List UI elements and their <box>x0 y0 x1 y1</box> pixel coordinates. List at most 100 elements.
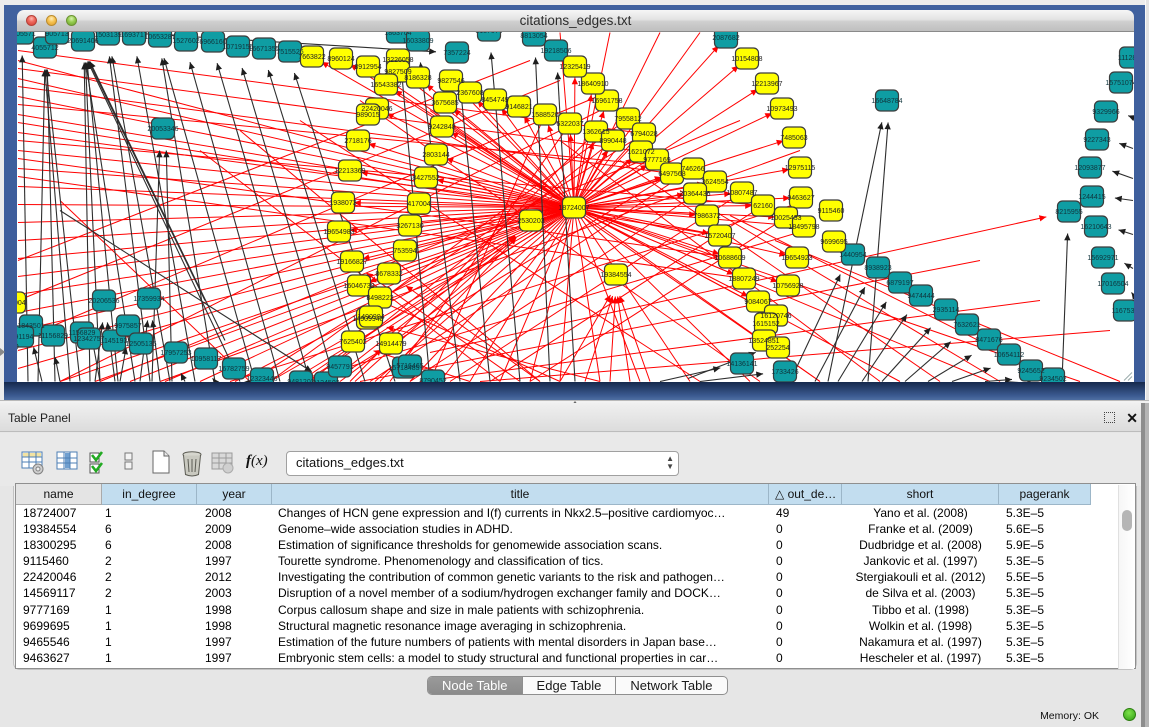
svg-text:6322037: 6322037 <box>556 121 583 128</box>
svg-text:1503139: 1503139 <box>94 32 121 39</box>
svg-text:746266: 746266 <box>681 166 704 173</box>
svg-text:19384554: 19384554 <box>600 272 631 279</box>
svg-text:7986372: 7986372 <box>693 213 720 220</box>
svg-text:14914479: 14914479 <box>375 341 406 348</box>
svg-text:7632621: 7632621 <box>953 322 980 329</box>
svg-text:1588520: 1588520 <box>531 112 558 119</box>
svg-text:19166827: 19166827 <box>336 259 367 266</box>
svg-text:9146821: 9146821 <box>505 104 532 111</box>
svg-text:1938073: 1938073 <box>329 200 356 207</box>
svg-text:6879197: 6879197 <box>886 280 913 287</box>
svg-text:3498222: 3498222 <box>366 295 393 302</box>
svg-text:7485063: 7485063 <box>780 135 807 142</box>
svg-text:1527602: 1527602 <box>172 38 199 45</box>
svg-text:6794028: 6794028 <box>630 131 657 138</box>
svg-text:19654923: 19654923 <box>781 255 812 262</box>
svg-text:2935114: 2935114 <box>933 307 960 314</box>
svg-text:18640910: 18640910 <box>577 81 608 88</box>
svg-text:8137074: 8137074 <box>475 32 502 35</box>
svg-text:8427552: 8427552 <box>412 175 439 182</box>
svg-text:15751074: 15751074 <box>1105 80 1134 87</box>
svg-text:16671355: 16671355 <box>248 46 279 53</box>
svg-text:16782759: 16782759 <box>218 366 249 373</box>
svg-text:1112803: 1112803 <box>1118 55 1134 62</box>
svg-text:4055712: 4055712 <box>31 45 58 52</box>
svg-text:20206536: 20206536 <box>88 298 119 305</box>
svg-text:2803144: 2803144 <box>422 152 449 159</box>
svg-text:1244415: 1244415 <box>1078 194 1105 201</box>
svg-text:12975115: 12975115 <box>785 165 816 172</box>
svg-text:1145193: 1145193 <box>101 338 128 345</box>
svg-text:18495798: 18495798 <box>788 224 819 231</box>
svg-text:7663822: 7663822 <box>298 54 325 61</box>
svg-text:10807487: 10807487 <box>726 190 757 197</box>
svg-text:5716465: 5716465 <box>396 363 423 370</box>
svg-text:15720407: 15720407 <box>704 233 735 240</box>
svg-text:10653287: 10653287 <box>144 34 175 41</box>
svg-text:8186328: 8186328 <box>404 75 431 82</box>
svg-text:15692971: 15692971 <box>1087 255 1118 262</box>
svg-text:9329966: 9329966 <box>1092 109 1119 116</box>
svg-text:7357224: 7357224 <box>443 50 470 57</box>
svg-text:8813054: 8813054 <box>520 33 547 40</box>
svg-text:7955812: 7955812 <box>614 116 641 123</box>
svg-text:905713: 905713 <box>45 32 68 38</box>
svg-text:12505135: 12505135 <box>125 341 156 348</box>
svg-text:1440954: 1440954 <box>839 252 866 259</box>
svg-text:12213967: 12213967 <box>751 81 782 88</box>
svg-text:417004: 417004 <box>17 300 26 307</box>
svg-text:9827546: 9827546 <box>437 78 464 85</box>
svg-text:19218506: 19218506 <box>540 48 571 55</box>
svg-text:417004: 417004 <box>407 201 430 208</box>
svg-text:10025433: 10025433 <box>770 215 801 222</box>
svg-text:10958117: 10958117 <box>191 356 222 363</box>
svg-text:16961758: 16961758 <box>591 98 622 105</box>
svg-text:9463627: 9463627 <box>787 195 814 202</box>
svg-text:9777169: 9777169 <box>643 157 670 164</box>
svg-text:9115460: 9115460 <box>818 208 845 215</box>
svg-text:10154808: 10154808 <box>731 56 762 63</box>
svg-text:16046738: 16046738 <box>343 283 374 290</box>
svg-text:9245652: 9245652 <box>1017 368 1044 375</box>
svg-text:18807249: 18807249 <box>728 276 759 283</box>
svg-text:2718176: 2718176 <box>344 138 371 145</box>
svg-text:9975857: 9975857 <box>114 323 141 330</box>
svg-text:2087682: 2087682 <box>712 35 739 42</box>
svg-text:17957253: 17957253 <box>160 350 191 357</box>
svg-text:1615152: 1615152 <box>752 321 779 328</box>
svg-text:2367608: 2367608 <box>456 90 483 97</box>
svg-text:9699695: 9699695 <box>820 239 847 246</box>
svg-text:1362615: 1362615 <box>582 129 609 136</box>
svg-text:12325419: 12325419 <box>559 64 590 71</box>
svg-text:1405571: 1405571 <box>17 32 36 38</box>
svg-text:3675685: 3675685 <box>431 100 458 107</box>
svg-text:16120746: 16120746 <box>760 313 791 320</box>
svg-text:13226058: 13226058 <box>382 57 413 64</box>
svg-text:13524851: 13524851 <box>748 338 779 345</box>
svg-text:17359934: 17359934 <box>133 296 164 303</box>
svg-text:8990448: 8990448 <box>599 138 626 145</box>
svg-text:18724007: 18724007 <box>558 205 589 212</box>
svg-text:9242848: 9242848 <box>428 124 455 131</box>
svg-text:10688609: 10688609 <box>714 255 745 262</box>
svg-text:3624554: 3624554 <box>701 179 728 186</box>
svg-text:9474444: 9474444 <box>907 293 934 300</box>
svg-text:17016504: 17016504 <box>1097 281 1128 288</box>
svg-text:10756928: 10756928 <box>772 283 803 290</box>
svg-text:16648784: 16648784 <box>871 98 902 105</box>
svg-text:20364436: 20364436 <box>679 191 710 198</box>
svg-text:2530203: 2530203 <box>517 218 544 225</box>
svg-text:20691406: 20691406 <box>67 38 98 45</box>
svg-text:10973493: 10973493 <box>766 106 797 113</box>
svg-text:9227343: 9227343 <box>1083 137 1110 144</box>
svg-text:12093877: 12093877 <box>1074 165 1105 172</box>
svg-text:8454749: 8454749 <box>481 97 508 104</box>
svg-text:1863704: 1863704 <box>384 32 411 37</box>
svg-text:1167533: 1167533 <box>1112 308 1134 315</box>
svg-text:12213369: 12213369 <box>334 168 365 175</box>
svg-text:252254: 252254 <box>766 345 789 352</box>
svg-text:753594: 753594 <box>393 248 416 255</box>
svg-text:989015: 989015 <box>356 112 379 119</box>
svg-text:9457791: 9457791 <box>326 364 353 371</box>
svg-text:1621072: 1621072 <box>627 149 654 156</box>
